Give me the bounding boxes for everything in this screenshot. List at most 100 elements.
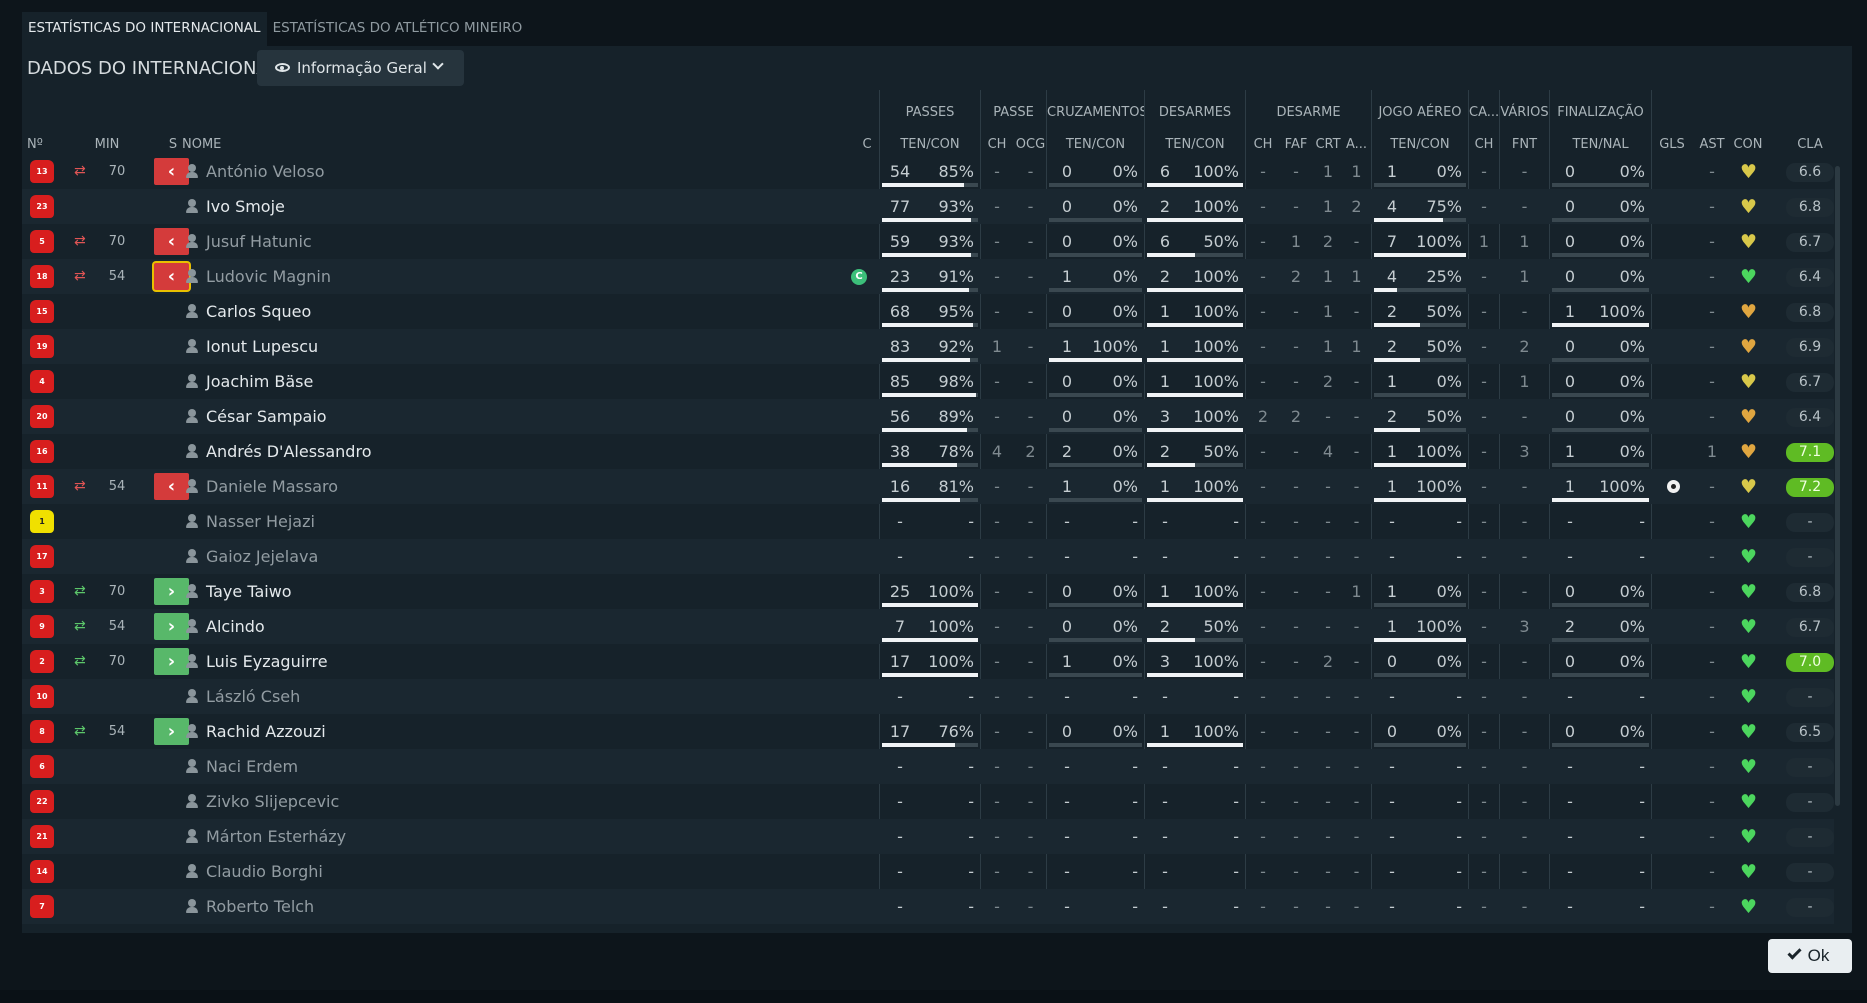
- table-row[interactable]: 3 ⇄ 70 › Taye Taiwo 25 100% - -0 0% 1 100% - - -1 1 0% - -…: [22, 574, 1834, 609]
- player-name[interactable]: César Sampaio: [206, 399, 327, 434]
- sub-in-button[interactable]: ›: [154, 578, 189, 605]
- player-name[interactable]: Gaioz Jejelava: [206, 539, 318, 574]
- table-row[interactable]: 9 ⇄ 54 › Alcindo 7 100% - -0 0% 2 50% - - - -1 100% -3 2 0%…: [22, 609, 1834, 644]
- table-row[interactable]: 5 ⇄ 70 ‹ Jusuf Hatunic 59 93% - -0 0% 6 50% -1 2-7 100…: [22, 224, 1834, 259]
- column-header-con[interactable]: CON: [1730, 134, 1766, 156]
- player-name[interactable]: Zivko Slijepcevic: [206, 784, 339, 819]
- player-person-icon: [186, 724, 198, 739]
- player-name[interactable]: Luis Eyzaguirre: [206, 644, 328, 679]
- stat-ast: -: [1709, 862, 1715, 881]
- player-name[interactable]: Ludovic Magnin: [206, 259, 331, 294]
- stat-ast: -: [1709, 372, 1715, 391]
- player-name[interactable]: Márton Esterházy: [206, 819, 346, 854]
- column-header-aer[interactable]: TEN/CON: [1372, 134, 1468, 156]
- table-row[interactable]: 15 Carlos Squeo 68 95% - -0 0% 1 100% - -1-2 50% - -1…: [22, 294, 1834, 329]
- player-name[interactable]: Rachid Azzouzi: [206, 714, 326, 749]
- stat-ch3: -: [1481, 477, 1487, 496]
- table-row[interactable]: 13 ⇄ 70 ‹ António Veloso 54 85% - -0 0% 6 100% - -1 1 1…: [22, 154, 1834, 189]
- sub-in-button[interactable]: ›: [154, 613, 189, 640]
- table-row[interactable]: 16 Andrés D'Alessandro 38 78% 4 2 2 0% 2 50% - -4-1…: [22, 434, 1834, 469]
- player-name[interactable]: Roberto Telch: [206, 889, 314, 924]
- stat-pass-bar: [882, 253, 978, 257]
- stat-pass-percent: -: [968, 547, 974, 566]
- column-header-ch3[interactable]: CH: [1469, 134, 1499, 156]
- column-header-fnt[interactable]: FNT: [1500, 134, 1549, 156]
- tab-atletico-stats[interactable]: ESTATÍSTICAS DO ATLÉTICO MINEIRO: [267, 12, 529, 47]
- table-row[interactable]: 14 Claudio Borghi - - - - - - - - - - - - - - - - - - - ♥ -: [22, 854, 1834, 889]
- vertical-scrollbar[interactable]: [1835, 166, 1840, 806]
- stat-aer-bar: [1374, 218, 1466, 222]
- table-row[interactable]: 4 Joachim Bäse 85 98% - -0 0% 1 100% - -2-1 0% -1 0 0%…: [22, 364, 1834, 399]
- column-header-crt[interactable]: CRT: [1312, 134, 1344, 156]
- stat-ast: -: [1709, 652, 1715, 671]
- sub-in-button[interactable]: ›: [154, 648, 189, 675]
- player-name[interactable]: Ionut Lupescu: [206, 329, 318, 364]
- table-row[interactable]: 7 Roberto Telch - - - - - - - - - - - - - - - - - - - ♥ -: [22, 889, 1834, 924]
- player-name[interactable]: Claudio Borghi: [206, 854, 323, 889]
- column-header-faf[interactable]: FAF: [1280, 134, 1312, 156]
- table-row[interactable]: 11 ⇄ 54 ‹ Daniele Massaro 16 81% - -1 0% 1 100% - - - -…: [22, 469, 1834, 504]
- player-name[interactable]: Taye Taiwo: [206, 574, 292, 609]
- player-name[interactable]: Joachim Bäse: [206, 364, 313, 399]
- table-row[interactable]: 17 Gaioz Jejelava - - - - - - - - - - - - - - - - - - - ♥ -: [22, 539, 1834, 574]
- shirt-number-badge: 23: [30, 195, 54, 218]
- column-header-ast[interactable]: AST: [1694, 134, 1730, 156]
- player-name[interactable]: Jusuf Hatunic: [206, 224, 312, 259]
- column-header-ch2[interactable]: CH: [1246, 134, 1280, 156]
- stat-cruz-attempts: -: [1064, 897, 1070, 916]
- table-row[interactable]: 21 Márton Esterházy - - - - - - - - - - - - - - - - - - - ♥ -: [22, 819, 1834, 854]
- sub-out-button[interactable]: ‹: [154, 473, 189, 500]
- player-name[interactable]: Daniele Massaro: [206, 469, 338, 504]
- player-name[interactable]: Andrés D'Alessandro: [206, 434, 371, 469]
- table-row[interactable]: 22 Zivko Slijepcevic - - - - - - - - - - - - - - - - - - - ♥ -: [22, 784, 1834, 819]
- column-header-c[interactable]: C: [857, 134, 877, 156]
- table-row[interactable]: 6 Naci Erdem - - - - - - - - - - - - - - - - - - - ♥ -: [22, 749, 1834, 784]
- stat-aer-bar: [1374, 743, 1466, 747]
- column-header-a[interactable]: A...: [1344, 134, 1369, 156]
- table-row[interactable]: 10 László Cseh - - - - - - - - - - - - - - - - - - - ♥ -: [22, 679, 1834, 714]
- table-row[interactable]: 1 Nasser Hejazi - - - - - - - - - - - - - - - - - - - ♥ -: [22, 504, 1834, 539]
- stat-des-bar-fill: [1147, 498, 1243, 502]
- column-header-des[interactable]: TEN/CON: [1145, 134, 1245, 156]
- column-header-gls[interactable]: GLS: [1652, 134, 1692, 156]
- column-header-no[interactable]: Nº: [27, 134, 55, 156]
- column-header-ocg[interactable]: OCG: [1014, 134, 1047, 156]
- player-person-icon: [186, 794, 198, 809]
- table-row[interactable]: 8 ⇄ 54 › Rachid Azzouzi 17 76% - -0 0% 1 100% - - - -0 0…: [22, 714, 1834, 749]
- sub-out-button[interactable]: ‹: [154, 228, 189, 255]
- column-header-nome[interactable]: NOME: [182, 134, 302, 156]
- table-row[interactable]: 19 Ionut Lupescu 83 92% 1-1 100% 1 100% - -1 1 2 50%…: [22, 329, 1834, 364]
- column-header-fin[interactable]: TEN/NAL: [1550, 134, 1651, 156]
- player-name[interactable]: Nasser Hejazi: [206, 504, 315, 539]
- tab-internacional-stats[interactable]: ESTATÍSTICAS DO INTERNACIONAL: [22, 12, 267, 47]
- table-row[interactable]: 20 César Sampaio 56 89% - -0 0% 3 100% 2 2- -2 50% - -…: [22, 399, 1834, 434]
- shirt-number-badge: 6: [30, 755, 54, 778]
- sub-in-button[interactable]: ›: [154, 718, 189, 745]
- table-row[interactable]: 23 Ivo Smoje 77 93% - -0 0% 2 100% - -1 2 4 75% - -0 0% -…: [22, 189, 1834, 224]
- player-name[interactable]: Naci Erdem: [206, 749, 298, 784]
- stat-fnt: -: [1521, 827, 1528, 846]
- column-header-pass[interactable]: TEN/CON: [880, 134, 980, 156]
- shirt-number-badge: 18: [30, 265, 54, 288]
- stat-aer-attempts: -: [1389, 547, 1395, 566]
- player-person-icon: [186, 654, 198, 669]
- column-header-cla[interactable]: CLA: [1779, 134, 1841, 156]
- table-row[interactable]: 18 ⇄ 54 ‹ Ludovic Magnin C 23 91% - -1 0% 2 100% -2 1 1…: [22, 259, 1834, 294]
- column-header-cruz[interactable]: TEN/CON: [1047, 134, 1144, 156]
- player-name[interactable]: Carlos Squeo: [206, 294, 311, 329]
- sub-out-button[interactable]: ‹: [154, 263, 189, 290]
- sub-out-button[interactable]: ‹: [154, 158, 189, 185]
- player-name[interactable]: László Cseh: [206, 679, 300, 714]
- player-name[interactable]: Alcindo: [206, 609, 265, 644]
- player-person-icon: [186, 829, 198, 844]
- stat-fnt: -: [1521, 302, 1528, 321]
- table-row[interactable]: 2 ⇄ 70 › Luis Eyzaguirre 17 100% - -1 0% 3 100% - -2-…: [22, 644, 1834, 679]
- stat-ast: -: [1709, 162, 1715, 181]
- column-header-min[interactable]: MIN: [82, 134, 132, 156]
- stat-des-bar-fill: [1147, 638, 1195, 642]
- stat-a: -: [1353, 827, 1360, 846]
- column-header-ch1[interactable]: CH: [982, 134, 1012, 156]
- ok-button[interactable]: Ok: [1768, 939, 1852, 973]
- player-name[interactable]: António Veloso: [206, 154, 325, 189]
- player-name[interactable]: Ivo Smoje: [206, 189, 285, 224]
